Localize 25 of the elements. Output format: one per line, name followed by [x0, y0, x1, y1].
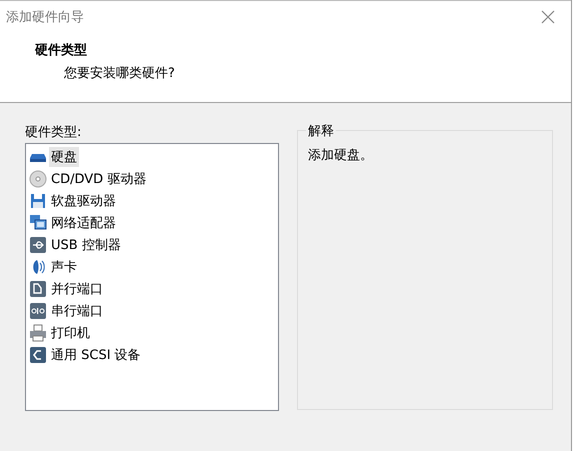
monitors-icon: [29, 214, 47, 232]
hardware-list-item[interactable]: 软盘驱动器: [49, 191, 118, 211]
window-title: 添加硬件向导: [6, 9, 84, 26]
hardware-list-item[interactable]: 声卡: [49, 257, 79, 277]
disc-icon: [29, 170, 47, 188]
hardware-list-item[interactable]: CD/DVD 驱动器: [49, 169, 148, 189]
device-icon: [29, 346, 47, 364]
hardware-list-item[interactable]: 网络适配器: [49, 213, 118, 233]
list-label: 硬件类型:: [25, 124, 82, 141]
header-subtitle: 您要安装哪类硬件?: [64, 65, 176, 82]
hardware-list-item[interactable]: 硬盘: [49, 147, 79, 167]
hardware-list-item[interactable]: USB 控制器: [49, 235, 123, 255]
close-icon[interactable]: [541, 10, 555, 24]
floppy-icon: [29, 192, 47, 210]
header-title: 硬件类型: [35, 42, 88, 59]
port-icon: [29, 302, 47, 320]
hardware-list-item[interactable]: 并行端口: [49, 279, 105, 299]
explanation-text: 添加硬盘。: [308, 147, 374, 164]
hardware-list-item[interactable]: 打印机: [49, 323, 92, 343]
hardware-list-item[interactable]: 通用 SCSI 设备: [49, 345, 143, 365]
port-icon: [29, 280, 47, 298]
printer-icon: [29, 324, 47, 342]
hardware-list-item[interactable]: 串行端口: [49, 301, 105, 321]
usb-icon: [29, 236, 47, 254]
group-label: 解释: [306, 122, 336, 140]
